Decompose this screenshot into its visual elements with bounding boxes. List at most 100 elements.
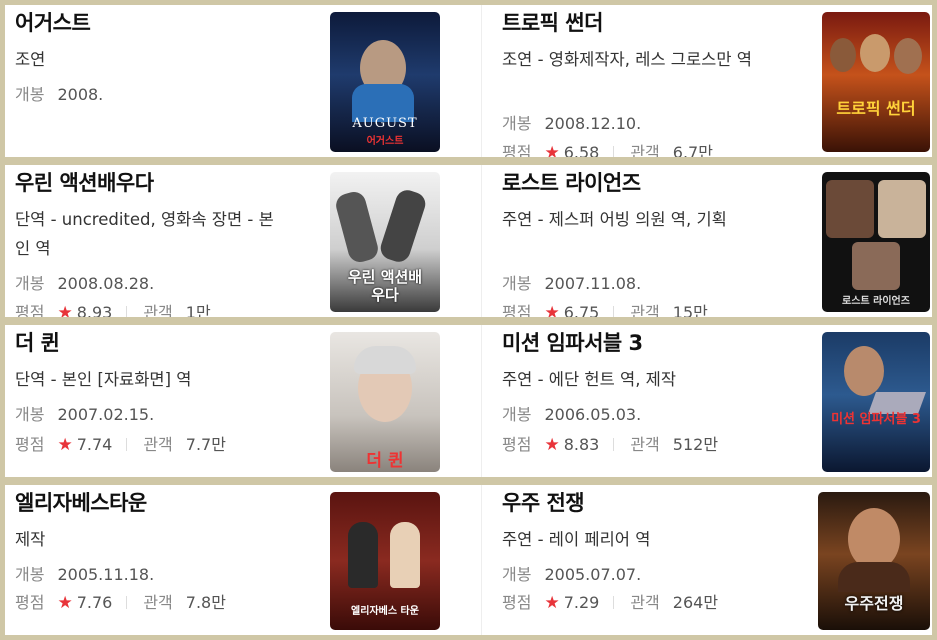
release-row: 개봉 2005.07.07. [502,561,641,585]
release-date: 2006.05.03. [544,405,642,424]
audience-label: 관객 [630,435,660,454]
divider [126,596,128,609]
movie-item[interactable]: 엘리자베스타운 제작 개봉 2005.11.18. 평점 ★ 7.76 관객 7.8만 엘… [5,485,465,635]
release-date: 2008. [57,85,104,104]
release-row: 개봉 2008.12.10. [502,110,641,134]
rating-label: 평점 [502,143,532,157]
release-label: 개봉 [15,565,45,584]
rating-value: 8.83 [563,435,600,454]
movie-item[interactable]: 더 퀸 단역 - 본인 [자료화면] 역 개봉 2007.02.15. 평점 ★ 7.… [5,325,465,477]
poster-title: 엘리자베스 타운 [351,606,419,617]
rating-row: 평점 ★ 8.83 관객 512만 [502,431,718,455]
release-label: 개봉 [502,565,532,584]
audience-value: 7.7만 [185,435,226,454]
divider [613,306,615,317]
movie-title[interactable]: 더 퀸 [15,327,60,357]
movie-poster[interactable]: 우린 액션배우다 [330,172,440,312]
divider [613,438,615,451]
rating-label: 평점 [502,593,532,612]
movie-role: 단역 - uncredited, 영화속 장면 - 본인 역 [15,210,274,258]
movie-item[interactable]: 우린 액션배우다 단역 - uncredited, 영화속 장면 - 본인 역 … [5,165,465,317]
release-date: 2005.07.07. [544,565,642,584]
movie-poster[interactable]: 로스트 라이언즈 [822,172,930,312]
movie-title[interactable]: 미션 임파서블 3 [502,327,643,357]
rating-row: 평점 ★ 7.74 관객 7.7만 [15,431,226,455]
movie-item[interactable]: 어거스트 조연 개봉 2008. AUGUST 어거스트 [5,5,465,157]
poster-title: 더 퀸 [366,451,404,471]
rating-label: 평점 [15,303,45,317]
release-date: 2005.11.18. [57,565,155,584]
release-row: 개봉 2008.08.28. [15,270,154,294]
movie-poster[interactable]: 미션 임파서블 3 [822,332,930,472]
rating-label: 평점 [15,435,45,454]
release-label: 개봉 [15,405,45,424]
poster-title: 우주전쟁 [844,594,904,613]
release-row: 개봉 2007.02.15. [15,401,154,425]
movie-title[interactable]: 우린 액션배우다 [15,167,154,197]
movie-item[interactable]: 미션 임파서블 3 주연 - 에단 헌트 역, 제작 개봉 2006.05.03.… [492,325,932,477]
release-label: 개봉 [15,274,45,293]
release-row: 개봉 2005.11.18. [15,561,154,585]
divider [126,306,128,317]
rating-value: 7.29 [563,593,600,612]
movie-poster[interactable]: AUGUST 어거스트 [330,12,440,152]
rating-label: 평점 [15,593,45,612]
movie-role: 제작 [15,530,46,549]
rating-row: 평점 ★ 7.76 관객 7.8만 [15,589,226,613]
movie-title[interactable]: 우주 전쟁 [502,487,585,517]
release-date: 2007.11.08. [544,274,642,293]
rating-value: 7.74 [76,435,113,454]
release-label: 개봉 [502,274,532,293]
movie-poster[interactable]: 트로픽 썬더 [822,12,930,152]
movie-role: 조연 [15,50,46,69]
audience-label: 관객 [630,303,660,317]
movie-title[interactable]: 엘리자베스타운 [15,487,147,517]
divider [126,438,128,451]
rating-value: 7.76 [76,593,113,612]
release-date: 2007.02.15. [57,405,155,424]
release-date: 2008.12.10. [544,114,642,133]
rating-row: 평점 ★ 6.75 관객 15만 [502,299,708,317]
audience-value: 6.7만 [672,143,713,157]
movie-title[interactable]: 트로픽 썬더 [502,7,603,37]
audience-value: 7.8만 [185,593,226,612]
poster-subtitle: 어거스트 [366,136,404,147]
audience-value: 1만 [185,303,211,317]
movie-title[interactable]: 어거스트 [15,7,91,37]
movie-poster[interactable]: 엘리자베스 타운 [330,492,440,630]
rating-row: 평점 ★ 6.58 관객 6.7만 [502,139,713,157]
star-icon: ★ [57,435,73,455]
release-row: 개봉 2007.11.08. [502,270,641,294]
movie-item[interactable]: 로스트 라이언즈 주연 - 제스퍼 어빙 의원 역, 기획 개봉 2007.11.… [492,165,932,317]
audience-label: 관객 [143,303,173,317]
poster-title: 우린 액션배우다 [347,268,423,304]
star-icon: ★ [544,303,560,317]
release-row: 개봉 2008. [15,81,103,105]
movie-title[interactable]: 로스트 라이언즈 [502,167,641,197]
rating-label: 평점 [502,303,532,317]
movie-poster[interactable]: 우주전쟁 [818,492,930,630]
star-icon: ★ [544,593,560,613]
audience-label: 관객 [143,435,173,454]
movie-item[interactable]: 우주 전쟁 주연 - 레이 페리어 역 개봉 2005.07.07. 평점 ★ 7.2… [492,485,932,635]
star-icon: ★ [544,435,560,455]
movie-item[interactable]: 트로픽 썬더 조연 - 영화제작자, 레스 그로스만 역 개봉 2008.12.1… [492,5,932,157]
audience-label: 관객 [143,593,173,612]
rating-row: 평점 ★ 7.29 관객 264만 [502,589,718,613]
star-icon: ★ [544,143,560,157]
audience-label: 관객 [630,143,660,157]
movie-role: 조연 - 영화제작자, 레스 그로스만 역 [502,50,752,69]
release-label: 개봉 [502,114,532,133]
star-icon: ★ [57,593,73,613]
release-date: 2008.08.28. [57,274,155,293]
movie-poster[interactable]: 더 퀸 [330,332,440,472]
poster-title: 미션 임파서블 3 [831,412,921,427]
divider [613,596,615,609]
poster-title: AUGUST [352,116,418,131]
rating-value: 6.58 [563,143,600,157]
star-icon: ★ [57,303,73,317]
audience-value: 512만 [672,435,719,454]
rating-row: 평점 ★ 8.93 관객 1만 [15,299,211,317]
audience-label: 관객 [630,593,660,612]
movie-role: 주연 - 레이 페리어 역 [502,530,651,549]
